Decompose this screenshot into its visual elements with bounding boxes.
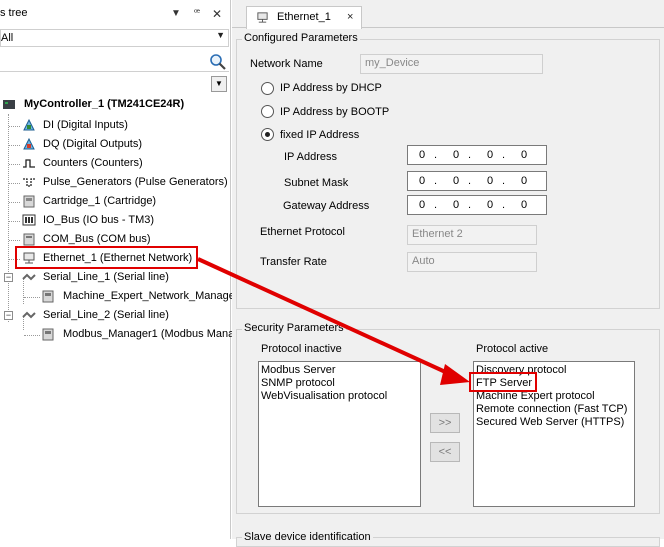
arrow-head-icon <box>440 364 470 385</box>
annotation-arrow <box>197 257 470 385</box>
